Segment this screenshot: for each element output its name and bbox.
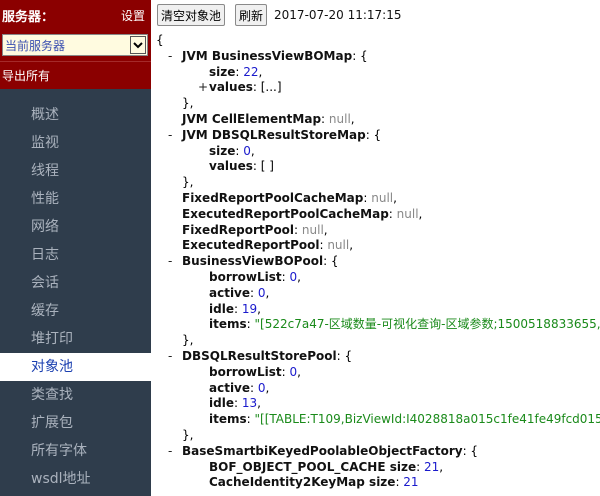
clear-pool-button[interactable]: 清空对象池 bbox=[157, 4, 226, 26]
sidebar-item-sessions[interactable]: 会话 bbox=[0, 269, 151, 297]
collapse-toggle[interactable]: - bbox=[168, 349, 172, 365]
sidebar-item-wsdl[interactable]: wsdl地址 bbox=[0, 465, 151, 493]
settings-link[interactable]: 设置 bbox=[121, 7, 145, 24]
server-select-row: 当前服务器 bbox=[0, 31, 151, 61]
expand-toggle[interactable]: + bbox=[198, 80, 208, 96]
tree-node-jvm-businessview: - JVM BusinessViewBOMap: { bbox=[168, 48, 368, 65]
collapse-toggle[interactable]: - bbox=[168, 49, 172, 65]
main-panel: 清空对象池 刷新 2017-07-20 11:17:15 { - JVM Bus… bbox=[151, 0, 600, 496]
toolbar: 清空对象池 刷新 2017-07-20 11:17:15 bbox=[151, 0, 600, 30]
sidebar: 服务器： 设置 当前服务器 导出所有 概述 监视 线程 性能 网络 日志 会话 … bbox=[0, 0, 151, 496]
refresh-button[interactable]: 刷新 bbox=[235, 4, 268, 26]
sidebar-item-class-lookup[interactable]: 类查找 bbox=[0, 381, 151, 409]
export-all-label: 导出所有 bbox=[2, 69, 51, 83]
tree-node-factory: - BaseSmartbiKeyedPoolableObjectFactory:… bbox=[168, 443, 479, 460]
sidebar-item-overview[interactable]: 概述 bbox=[0, 101, 151, 129]
collapse-toggle[interactable]: - bbox=[168, 128, 172, 144]
chevron-down-icon[interactable] bbox=[130, 36, 146, 54]
sidebar-header: 服务器： 设置 bbox=[0, 0, 151, 31]
collapse-toggle[interactable]: - bbox=[168, 444, 172, 460]
sidebar-item-logs[interactable]: 日志 bbox=[0, 241, 151, 269]
tree-node-exec-pool: ExecutedReportPool: null, bbox=[182, 238, 354, 253]
server-label: 服务器： bbox=[2, 10, 55, 25]
collapse-toggle[interactable]: - bbox=[168, 254, 172, 270]
export-all-button[interactable]: 导出所有 bbox=[0, 61, 151, 89]
timestamp: 2017-07-20 11:17:15 bbox=[274, 8, 402, 22]
sidebar-item-heap-print[interactable]: 堆打印 bbox=[0, 325, 151, 353]
sidebar-item-cache[interactable]: 缓存 bbox=[0, 297, 151, 325]
tree-node-dbsql-pool: - DBSQLResultStorePool: { bbox=[168, 348, 353, 365]
tree-node-fixed-pool: FixedReportPool: null, bbox=[182, 222, 328, 237]
sidebar-item-performance[interactable]: 性能 bbox=[0, 185, 151, 213]
sidebar-item-object-pool[interactable]: 对象池 bbox=[0, 353, 151, 381]
server-select-value: 当前服务器 bbox=[5, 38, 66, 53]
tree-node-fixed-cache: FixedReportPoolCacheMap: null, bbox=[182, 190, 397, 205]
sidebar-item-network[interactable]: 网络 bbox=[0, 213, 151, 241]
tree-node-exec-cache: ExecutedReportPoolCacheMap: null, bbox=[182, 206, 423, 221]
json-tree: { - JVM BusinessViewBOMap: { size: 22, +… bbox=[156, 33, 600, 491]
sidebar-item-monitor[interactable]: 监视 bbox=[0, 129, 151, 157]
tree-node-bv-pool: - BusinessViewBOPool: { bbox=[168, 254, 339, 270]
sidebar-item-all-fonts[interactable]: 所有字体 bbox=[0, 437, 151, 465]
sidebar-item-extensions[interactable]: 扩展包 bbox=[0, 409, 151, 437]
server-select[interactable]: 当前服务器 bbox=[2, 34, 148, 56]
sidebar-item-threads[interactable]: 线程 bbox=[0, 157, 151, 185]
tree-node-jvm-cellelement: JVM CellElementMap: null, bbox=[182, 111, 355, 126]
tree-open-brace: { bbox=[156, 33, 164, 47]
tree-node-jvm-dbsql: - JVM DBSQLResultStoreMap: { bbox=[168, 127, 382, 144]
